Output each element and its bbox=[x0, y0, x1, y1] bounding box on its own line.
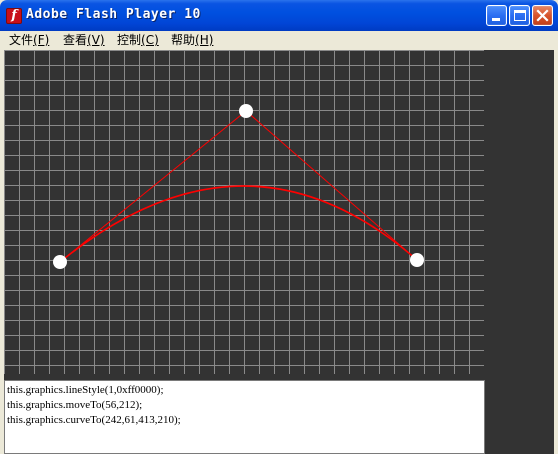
flash-player-window: f Adobe Flash Player 10 文件(F) 查看(V) 控制(C… bbox=[0, 0, 558, 454]
menu-file[interactable]: 文件(F) bbox=[9, 33, 49, 48]
window-title: Adobe Flash Player 10 bbox=[26, 7, 201, 22]
code-line: this.graphics.curveTo(242,61,413,210); bbox=[7, 414, 181, 426]
code-line: this.graphics.lineStyle(1,0xff0000); bbox=[7, 384, 164, 396]
control-handle[interactable] bbox=[239, 104, 253, 118]
minimize-icon bbox=[492, 18, 500, 21]
close-icon bbox=[536, 9, 549, 22]
flash-player-icon[interactable]: f bbox=[6, 8, 22, 24]
menu-view-label: 查看 bbox=[63, 33, 88, 47]
flash-stage[interactable] bbox=[4, 50, 484, 374]
menu-file-key: (F) bbox=[33, 33, 50, 47]
menu-control-key: (C) bbox=[141, 33, 159, 47]
maximize-icon bbox=[514, 10, 526, 21]
menu-view[interactable]: 查看(V) bbox=[63, 33, 105, 48]
menu-control-label: 控制 bbox=[117, 33, 142, 47]
minimize-button[interactable] bbox=[486, 5, 507, 26]
menu-control[interactable]: 控制(C) bbox=[117, 33, 159, 48]
menu-help-key: (H) bbox=[195, 33, 214, 47]
close-button[interactable] bbox=[532, 5, 553, 26]
menu-help[interactable]: 帮助(H) bbox=[171, 33, 213, 48]
menu-bar: 文件(F) 查看(V) 控制(C) 帮助(H) bbox=[0, 31, 558, 50]
maximize-button[interactable] bbox=[509, 5, 530, 26]
menu-help-label: 帮助 bbox=[171, 33, 196, 47]
anchor-handle-end[interactable] bbox=[410, 253, 424, 267]
menu-view-key: (V) bbox=[87, 33, 105, 47]
title-bar[interactable]: f Adobe Flash Player 10 bbox=[0, 0, 558, 31]
anchor-handle-start[interactable] bbox=[53, 255, 67, 269]
menu-file-label: 文件 bbox=[9, 33, 34, 47]
code-output-panel: this.graphics.lineStyle(1,0xff0000); thi… bbox=[4, 380, 485, 454]
code-line: this.graphics.moveTo(56,212); bbox=[7, 399, 143, 411]
